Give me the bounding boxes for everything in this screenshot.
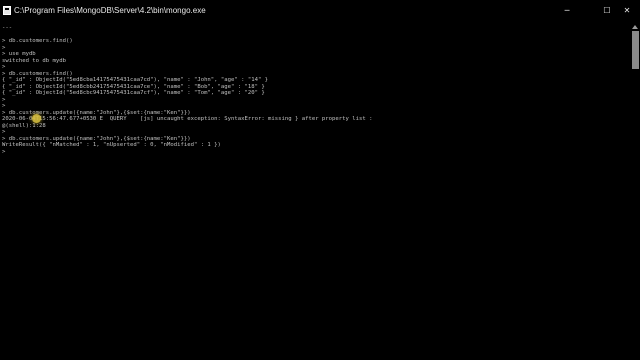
console-output[interactable]: --- > db.customers.find() > > use mydb s… [2, 25, 630, 360]
console-prompt[interactable]: > [2, 149, 630, 156]
scrollbar-thumb[interactable] [632, 31, 639, 69]
title-bar[interactable]: C:\Program Files\MongoDB\Server\4.2\bin\… [0, 0, 640, 22]
console-app-icon [3, 6, 11, 15]
vertical-scrollbar[interactable] [631, 22, 640, 360]
mouse-cursor-highlight [32, 114, 41, 123]
minimize-button[interactable]: ─ [554, 2, 580, 20]
scroll-up-arrow-icon[interactable] [632, 25, 638, 29]
close-button[interactable]: ✕ [614, 2, 640, 20]
window-title: C:\Program Files\MongoDB\Server\4.2\bin\… [14, 6, 206, 15]
